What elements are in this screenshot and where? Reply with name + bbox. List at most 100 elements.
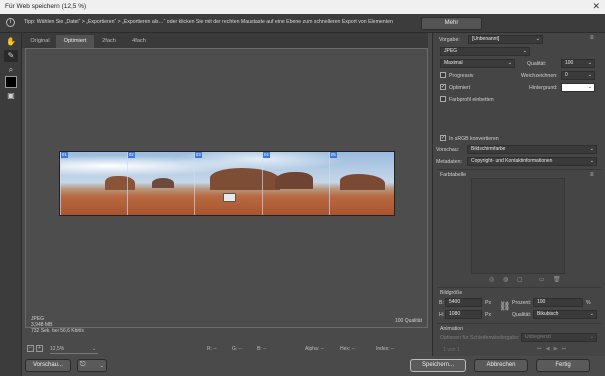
- new-color-icon[interactable]: ▭: [539, 276, 545, 283]
- slice-boundary: [262, 152, 263, 215]
- slice-number-tag[interactable]: 03: [195, 152, 202, 158]
- hand-icon[interactable]: ✋: [4, 36, 18, 48]
- color-table[interactable]: [471, 178, 565, 274]
- preset-value: [Unbenannt]: [472, 36, 500, 42]
- panorama-rock: [275, 172, 313, 189]
- metadata-value: Copyright- und Kontaktinformationen: [471, 158, 553, 164]
- compression-value: Maximal: [444, 60, 463, 66]
- slice-number-tag[interactable]: 02: [128, 152, 135, 158]
- tip-bar: i Tipp: Wählen Sie „Datei“ > „Exportiere…: [0, 14, 605, 33]
- panel-menu-icon[interactable]: ≡: [590, 35, 594, 41]
- more-button[interactable]: Mehr: [421, 17, 482, 30]
- preview-quality: 100 Qualität: [395, 318, 422, 324]
- dialog-buttons: Vorschau... ⎋ ⌄ Speichern... Abbrechen F…: [22, 356, 605, 376]
- percent-input[interactable]: 100: [533, 298, 583, 307]
- optimized-label: Optimiert: [449, 85, 471, 91]
- view-tabs: Original Optimiert 2fach 4fach: [22, 33, 428, 48]
- chevron-down-icon: ⌄: [587, 72, 592, 78]
- blur-value: 0: [565, 72, 568, 78]
- quality-label: Qualität:: [527, 61, 547, 67]
- preset-select[interactable]: [Unbenannt] ⌄: [468, 35, 543, 44]
- slice-boundary: [127, 152, 128, 215]
- quality-value: 100: [565, 60, 574, 66]
- width-unit: Px: [485, 300, 492, 306]
- tab-original[interactable]: Original: [26, 35, 54, 48]
- panorama-image[interactable]: 01 02 03 04 05: [59, 151, 395, 216]
- close-icon[interactable]: ✕: [592, 1, 600, 12]
- panorama-rock: [105, 176, 135, 190]
- save-button[interactable]: Speichern...: [410, 359, 466, 372]
- blur-input[interactable]: 0 ⌄: [561, 71, 595, 80]
- resample-quality-select[interactable]: Bikubisch ⌄: [533, 310, 597, 319]
- slice-number-tag[interactable]: 01: [61, 152, 68, 158]
- zoom-level-select[interactable]: 12,5% ⌄: [50, 345, 98, 354]
- eyedropper-color-swatch[interactable]: [5, 76, 17, 88]
- zoom-level-value: 12,5%: [50, 346, 65, 352]
- embed-profile-checkbox[interactable]: [440, 96, 446, 102]
- height-unit: Px: [485, 312, 492, 318]
- loop-options-value: Unbegrenzt: [525, 334, 551, 340]
- loop-options-select[interactable]: Unbegrenzt ⌄: [521, 333, 597, 342]
- toggle-slices-icon[interactable]: ▣: [4, 90, 18, 102]
- chevron-down-icon: ⌄: [507, 60, 512, 66]
- zoom-out-button[interactable]: −: [27, 345, 34, 352]
- panorama-rock: [210, 168, 280, 190]
- resample-quality-label: Qualität:: [512, 312, 532, 318]
- info-icon: i: [6, 18, 15, 27]
- matte-label: Hintergrund:: [529, 85, 558, 91]
- preview-color-select[interactable]: Bildschirmfarbe ⌄: [467, 145, 597, 154]
- slice-number-tag[interactable]: 05: [330, 152, 337, 158]
- format-select[interactable]: JPEG ⌄: [440, 47, 530, 56]
- width-label: B:: [439, 300, 444, 306]
- loop-options-label: Optionen für Schleifenwiedergabe:: [440, 335, 520, 341]
- resample-quality-value: Bikubisch: [537, 311, 559, 317]
- window-title: Für Web speichern (12,5 %): [5, 3, 87, 10]
- chevron-down-icon: ⌄: [587, 84, 592, 90]
- slice-boundary: [329, 152, 330, 215]
- cancel-button[interactable]: Abbrechen: [474, 359, 528, 372]
- animation-playback-controls[interactable]: ⏮◀▶⏭: [537, 346, 570, 353]
- progressive-checkbox[interactable]: [440, 72, 446, 78]
- preview-file-info: JPEG 3,948 MB 732 Sek. bei 56,6 Kbit/s: [31, 316, 84, 334]
- percent-unit: %: [586, 300, 591, 306]
- slice-number-tag[interactable]: 04: [263, 152, 270, 158]
- tab-optimized[interactable]: Optimiert: [56, 35, 94, 48]
- optimized-checkbox[interactable]: ✓: [440, 84, 446, 90]
- color-shift-icon[interactable]: ◎: [489, 276, 494, 283]
- hex-value: Hex: --: [340, 346, 355, 352]
- slice-boundary: [60, 152, 61, 215]
- web-snap-icon[interactable]: ◍: [503, 276, 508, 283]
- color-table-menu-icon[interactable]: ≡: [590, 172, 594, 178]
- chevron-down-icon: ⌄: [535, 36, 540, 42]
- link-proportions-icon[interactable]: ⛓: [499, 301, 510, 312]
- panorama-rock: [340, 174, 385, 190]
- chevron-down-icon: ⌄: [589, 311, 594, 317]
- srgb-checkbox[interactable]: ✓: [440, 135, 446, 141]
- preview-button[interactable]: Vorschau...: [25, 359, 71, 372]
- tab-2up[interactable]: 2fach: [96, 35, 122, 48]
- matte-color-select[interactable]: ⌄: [561, 83, 595, 92]
- chevron-down-icon: ⌄: [92, 346, 97, 352]
- preview-area[interactable]: 01 02 03 04 05: [25, 48, 428, 328]
- chevron-down-icon: ⌄: [587, 60, 592, 66]
- divider: [437, 169, 602, 170]
- width-input[interactable]: 5400: [445, 298, 482, 307]
- browser-preview-button[interactable]: ⎋ ⌄: [77, 359, 107, 372]
- delete-color-icon[interactable]: 🗑: [553, 276, 561, 283]
- quality-input[interactable]: 100 ⌄: [561, 59, 595, 68]
- done-button[interactable]: Fertig: [536, 359, 590, 372]
- height-input[interactable]: 1080: [445, 310, 482, 319]
- index-value: Index: --: [376, 346, 395, 352]
- zoom-in-button[interactable]: +: [36, 345, 43, 352]
- tip-text: Tipp: Wählen Sie „Datei“ > „Exportieren“…: [24, 19, 393, 25]
- browser-icon: ⎋: [80, 361, 86, 368]
- tool-bar: ✋ ✎ ⌕ ✒ ▣: [0, 33, 22, 376]
- lock-color-icon[interactable]: ▢: [517, 276, 523, 283]
- red-value: R: --: [207, 346, 217, 352]
- format-value: JPEG: [444, 48, 458, 54]
- compression-select[interactable]: Maximal ⌄: [440, 59, 515, 68]
- divider: [437, 287, 602, 288]
- tab-4up[interactable]: 4fach: [126, 35, 152, 48]
- metadata-label: Metadaten:: [436, 159, 462, 165]
- metadata-select[interactable]: Copyright- und Kontaktinformationen ⌄: [467, 157, 597, 166]
